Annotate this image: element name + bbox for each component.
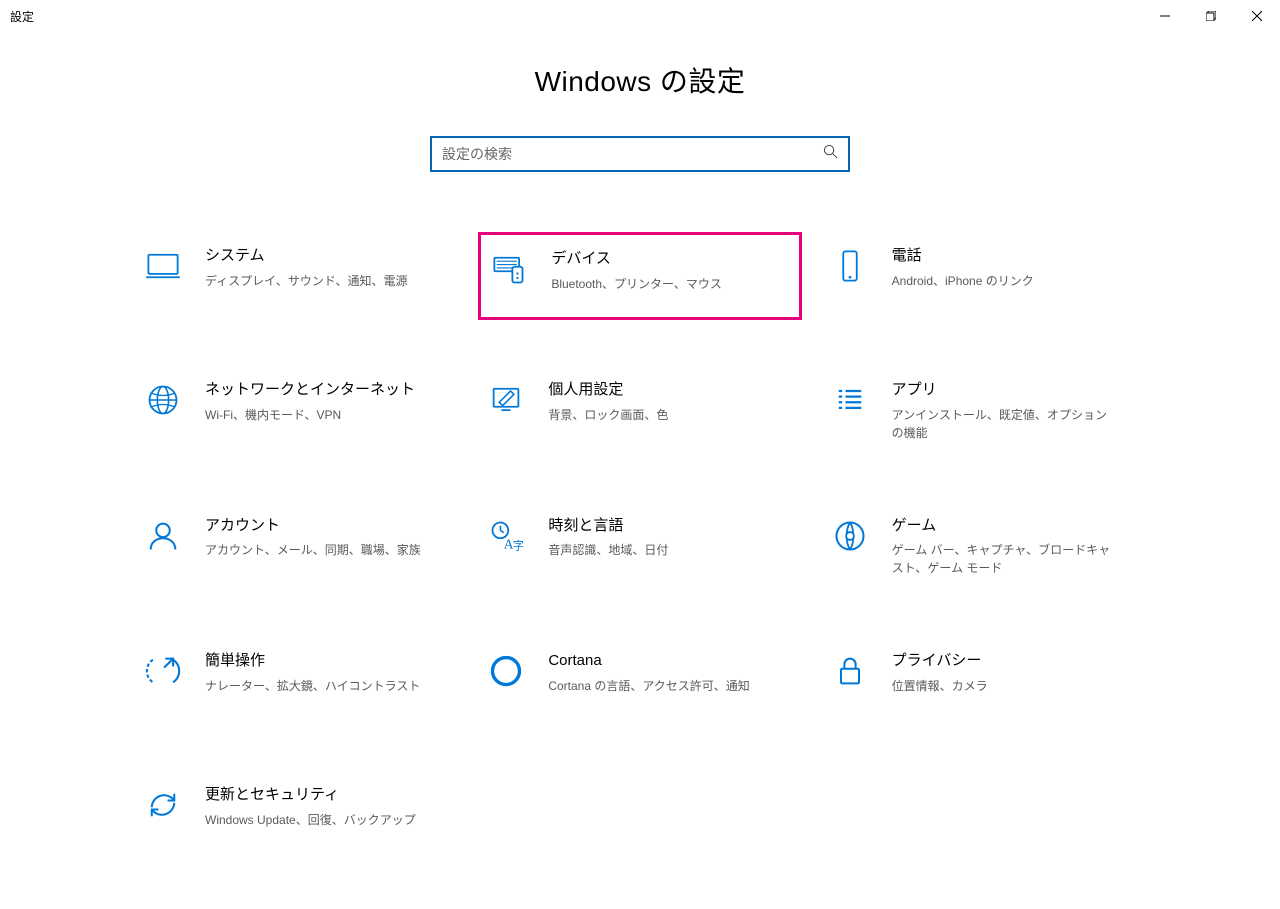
search-wrap xyxy=(0,136,1280,172)
card-cortana[interactable]: Cortana Cortana の言語、アクセス許可、通知 xyxy=(478,637,801,725)
card-title: 電話 xyxy=(892,246,1034,266)
card-title: ゲーム xyxy=(892,516,1112,536)
card-text: 更新とセキュリティ Windows Update、回復、バックアップ xyxy=(205,785,416,829)
card-title: システム xyxy=(205,246,407,266)
card-text: アプリ アンインストール、既定値、オプションの機能 xyxy=(892,380,1112,442)
card-text: 電話 Android、iPhone のリンク xyxy=(892,246,1034,290)
card-text: システム ディスプレイ、サウンド、通知、電源 xyxy=(205,246,407,290)
card-text: デバイス Bluetooth、プリンター、マウス xyxy=(551,249,722,293)
window-title: 設定 xyxy=(10,8,34,25)
card-title: 更新とセキュリティ xyxy=(205,785,416,805)
titlebar: 設定 xyxy=(0,0,1280,32)
minimize-icon xyxy=(1160,11,1170,21)
card-desc: Windows Update、回復、バックアップ xyxy=(205,811,416,829)
search-input[interactable] xyxy=(442,146,823,162)
card-system[interactable]: システム ディスプレイ、サウンド、通知、電源 xyxy=(135,232,458,320)
card-desc: Bluetooth、プリンター、マウス xyxy=(551,275,722,293)
card-privacy[interactable]: プライバシー 位置情報、カメラ xyxy=(822,637,1145,725)
card-title: プライバシー xyxy=(892,651,988,671)
search-box[interactable] xyxy=(430,136,850,172)
card-apps[interactable]: アプリ アンインストール、既定値、オプションの機能 xyxy=(822,366,1145,456)
card-personalization[interactable]: 個人用設定 背景、ロック画面、色 xyxy=(478,366,801,456)
card-text: 個人用設定 背景、ロック画面、色 xyxy=(548,380,668,424)
card-text: Cortana Cortana の言語、アクセス許可、通知 xyxy=(548,651,749,695)
card-title: 個人用設定 xyxy=(548,380,668,400)
phone-icon xyxy=(832,248,874,290)
card-desc: ディスプレイ、サウンド、通知、電源 xyxy=(205,272,407,290)
card-text: アカウント アカウント、メール、同期、職場、家族 xyxy=(205,516,421,560)
card-time-language[interactable]: A 字 時刻と言語 音声認識、地域、日付 xyxy=(478,502,801,592)
card-text: ネットワークとインターネット Wi-Fi、機内モード、VPN xyxy=(205,380,415,424)
card-desc: アカウント、メール、同期、職場、家族 xyxy=(205,541,421,559)
card-desc: 位置情報、カメラ xyxy=(892,677,988,695)
svg-text:字: 字 xyxy=(513,538,524,552)
devices-icon xyxy=(491,251,533,293)
apps-icon xyxy=(832,382,874,424)
update-icon xyxy=(145,787,187,829)
card-desc: Wi-Fi、機内モード、VPN xyxy=(205,406,415,424)
minimize-button[interactable] xyxy=(1142,0,1188,32)
ease-of-access-icon xyxy=(145,653,187,695)
card-desc: アンインストール、既定値、オプションの機能 xyxy=(892,406,1112,442)
cortana-icon xyxy=(488,653,530,695)
gaming-icon xyxy=(832,518,874,560)
card-title: アカウント xyxy=(205,516,421,536)
card-desc: Android、iPhone のリンク xyxy=(892,272,1034,290)
page-title: Windows の設定 xyxy=(0,60,1280,100)
close-icon xyxy=(1252,11,1262,21)
card-phone[interactable]: 電話 Android、iPhone のリンク xyxy=(822,232,1145,320)
card-network[interactable]: ネットワークとインターネット Wi-Fi、機内モード、VPN xyxy=(135,366,458,456)
card-title: ネットワークとインターネット xyxy=(205,380,415,400)
card-desc: ナレーター、拡大鏡、ハイコントラスト xyxy=(205,677,420,695)
card-desc: Cortana の言語、アクセス許可、通知 xyxy=(548,677,749,695)
personalization-icon xyxy=(488,382,530,424)
system-icon xyxy=(145,248,187,290)
card-text: プライバシー 位置情報、カメラ xyxy=(892,651,988,695)
globe-icon xyxy=(145,382,187,424)
search-icon xyxy=(823,144,838,164)
window-controls xyxy=(1142,0,1280,32)
close-button[interactable] xyxy=(1234,0,1280,32)
card-accounts[interactable]: アカウント アカウント、メール、同期、職場、家族 xyxy=(135,502,458,592)
card-desc: 背景、ロック画面、色 xyxy=(548,406,668,424)
accounts-icon xyxy=(145,518,187,560)
maximize-button[interactable] xyxy=(1188,0,1234,32)
maximize-icon xyxy=(1206,11,1216,21)
card-desc: ゲーム バー、キャプチャ、ブロードキャスト、ゲーム モード xyxy=(892,541,1112,577)
card-text: 時刻と言語 音声認識、地域、日付 xyxy=(548,516,668,560)
card-ease-of-access[interactable]: 簡単操作 ナレーター、拡大鏡、ハイコントラスト xyxy=(135,637,458,725)
card-title: 時刻と言語 xyxy=(548,516,668,536)
card-desc: 音声認識、地域、日付 xyxy=(548,541,668,559)
card-gaming[interactable]: ゲーム ゲーム バー、キャプチャ、ブロードキャスト、ゲーム モード xyxy=(822,502,1145,592)
time-language-icon: A 字 xyxy=(488,518,530,560)
card-title: Cortana xyxy=(548,651,749,671)
settings-grid: システム ディスプレイ、サウンド、通知、電源 デバイス Bluetooth xyxy=(135,232,1145,859)
card-devices[interactable]: デバイス Bluetooth、プリンター、マウス xyxy=(478,232,801,320)
card-title: 簡単操作 xyxy=(205,651,420,671)
card-title: デバイス xyxy=(551,249,722,269)
privacy-icon xyxy=(832,653,874,695)
card-text: ゲーム ゲーム バー、キャプチャ、ブロードキャスト、ゲーム モード xyxy=(892,516,1112,578)
card-text: 簡単操作 ナレーター、拡大鏡、ハイコントラスト xyxy=(205,651,420,695)
card-title: アプリ xyxy=(892,380,1112,400)
page: Windows の設定 システム ディスプレイ、サウンド、通知、電源 xyxy=(0,32,1280,859)
card-update-security[interactable]: 更新とセキュリティ Windows Update、回復、バックアップ xyxy=(135,771,458,859)
